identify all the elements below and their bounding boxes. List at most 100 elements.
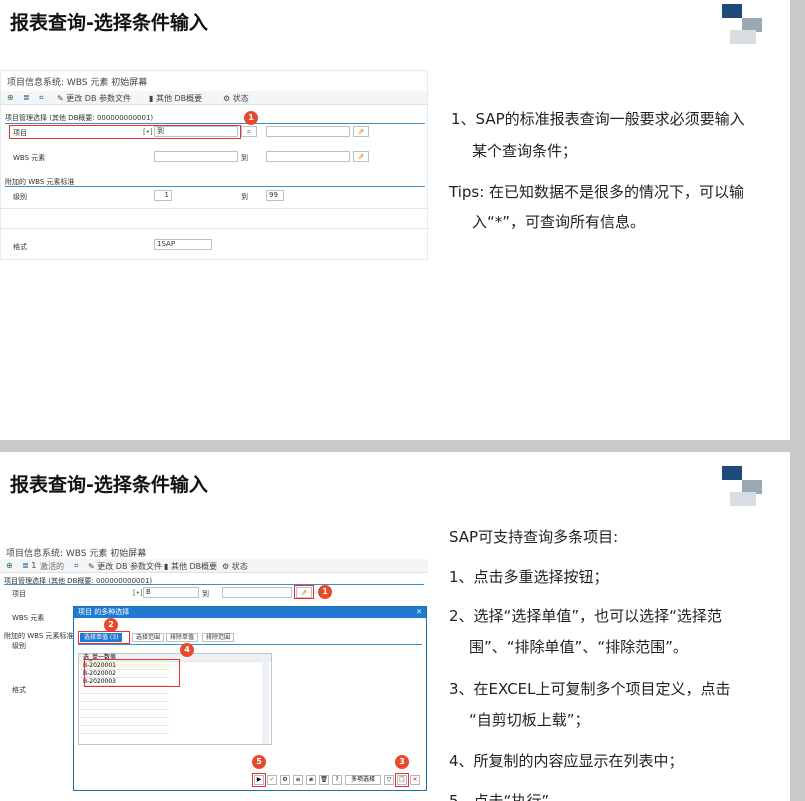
slide-title: 报表查询-选择条件输入 [10, 474, 208, 496]
multiple-selection-dialog: 项目 的多种选择 ✕ 2 选择单值 (3) 选择范围 排除单值 排除范围 选_单一… [73, 606, 427, 791]
execute-icon[interactable]: ⊕ [7, 93, 14, 102]
project-to-field[interactable] [266, 126, 350, 137]
tips-line2: 入“*”，可查询所有信息。 [472, 213, 646, 231]
wbs-multiple-selection-button[interactable]: ⇗ [353, 151, 369, 162]
step-badge-2: 2 [104, 618, 118, 632]
section-project-selection: 项目管理选择 (其他 DB概要: 000000000001) [5, 114, 154, 122]
layout-label: 格式 [12, 686, 26, 694]
delete-row-icon[interactable]: ≢ [306, 775, 316, 785]
divider [5, 186, 425, 187]
project-to-field[interactable] [222, 587, 292, 598]
status-button[interactable]: ⚙ 状态 [223, 93, 249, 104]
search-help-icon[interactable]: ⌕ [241, 126, 257, 137]
to-label: 到 [202, 590, 209, 598]
level-from-field[interactable]: 1 [154, 190, 172, 201]
divider [1, 208, 429, 209]
active-button[interactable]: 激活的 [40, 561, 64, 572]
divider [5, 123, 425, 124]
list-icon[interactable]: ≣ 1 [22, 561, 36, 570]
sap-toolbar: ⊕ ≣ ⌗ ✎ 更改 DB 参数文件 ▮ 其他 DB概要 ⚙ 状态 [1, 91, 427, 105]
multi-select-button[interactable]: 多项选择 [345, 775, 381, 785]
highlight-values [84, 659, 180, 687]
window-title: 项目信息系统: WBS 元素 初始屏幕 [6, 549, 147, 559]
divider [78, 644, 422, 645]
dialog-title-bar: 项目 的多种选择 ✕ [74, 607, 426, 618]
slide-2: 报表查询-选择条件输入 项目信息系统: WBS 元素 初始屏幕 ⊕ ≣ 1 激活… [0, 452, 790, 801]
tips-line1: Tips: 在已知数据不是很多的情况下，可以输 [449, 183, 745, 201]
other-db-button[interactable]: ▮ 其他 DB概要 [149, 93, 202, 104]
to-label: 到 [241, 154, 248, 162]
highlight-execute [252, 773, 266, 787]
sap-screen: 项目信息系统: WBS 元素 初始屏幕 ⊕ ≣ ⌗ ✎ 更改 DB 参数文件 ▮… [0, 70, 429, 260]
wbs-to-field[interactable] [266, 151, 350, 162]
close-icon[interactable]: ✕ [416, 607, 422, 618]
wbs-from-field[interactable] [154, 151, 238, 162]
slide-title: 报表查询-选择条件输入 [10, 12, 208, 34]
point-5: 5、点击“执行” [449, 792, 550, 801]
point-1-line2: 某个查询条件； [472, 142, 578, 160]
table-row[interactable] [79, 702, 169, 710]
change-db-button[interactable]: ✎ 更改 DB 参数文件 [57, 93, 131, 104]
table-row[interactable] [79, 694, 169, 702]
divider [4, 584, 424, 585]
help-icon[interactable]: ? [332, 775, 342, 785]
filter-icon[interactable]: ▽ [384, 775, 394, 785]
step-badge-1: 1 [318, 585, 332, 599]
cancel-icon[interactable]: ✕ [410, 775, 420, 785]
point-1: 1、点击多重选择按钮； [449, 568, 609, 586]
wbs-label: WBS 元素 [12, 614, 45, 622]
level-label: 级别 [13, 193, 27, 201]
level-to-field[interactable]: 99 [266, 190, 284, 201]
intro-text: SAP可支持查询多条项目: [449, 528, 619, 546]
level-label: 级别 [12, 642, 26, 650]
slide-1: 报表查询-选择条件输入 项目信息系统: WBS 元素 初始屏幕 ⊕ ≣ ⌗ ✎ … [0, 0, 790, 440]
multiselect-indicator[interactable]: [•] [133, 589, 143, 597]
change-db-button[interactable]: ✎ 更改 DB 参数文件 [88, 561, 162, 572]
table-row[interactable] [79, 726, 169, 734]
point-1-line1: 1、SAP的标准报表查询一般要求必须要输入 [451, 110, 745, 128]
point-4: 4、所复制的内容应显示在列表中； [449, 752, 684, 770]
layout-field[interactable]: 1SAP [154, 239, 212, 250]
tab-exclude-single[interactable]: 排除单值 [166, 633, 199, 642]
multiple-selection-button[interactable]: ⇗ [353, 126, 369, 137]
project-from-field[interactable]: 到 [154, 126, 238, 137]
highlight-multiselect [294, 585, 314, 599]
tab-select-range[interactable]: 选择范围 [132, 633, 165, 642]
list-icon[interactable]: ≣ [23, 93, 30, 102]
insert-row-icon[interactable]: ≡ [293, 775, 303, 785]
grid-icon[interactable]: ⌗ [39, 93, 44, 103]
highlight-tab [78, 631, 130, 644]
status-button[interactable]: ⚙ 状态 [222, 561, 248, 572]
table-row[interactable] [79, 710, 169, 718]
highlight-clipboard [395, 773, 409, 787]
other-db-button[interactable]: ▮ 其他 DB概要 [164, 561, 217, 572]
project-label: 项目 [12, 590, 26, 598]
grid-icon[interactable]: ⌗ [74, 561, 79, 571]
layout-label: 格式 [13, 243, 27, 251]
point-3-line2: “自剪切板上载”； [469, 711, 590, 729]
multiselect-indicator[interactable]: [•] [143, 128, 153, 136]
point-2-line2: 围”、“排除单值”、“排除范围”。 [469, 638, 688, 656]
to-label: 到 [241, 193, 248, 201]
check-icon[interactable]: ✓ [267, 775, 277, 785]
table-row[interactable] [79, 686, 169, 694]
tree-icon[interactable]: ⚙ [280, 775, 290, 785]
section-additional: 附加的 WBS 元素标准 [4, 632, 74, 640]
step-badge-4: 4 [180, 643, 194, 657]
point-2-line1: 2、选择“选择单值”，也可以选择“选择范 [449, 607, 722, 625]
divider [1, 228, 429, 229]
tab-exclude-range[interactable]: 排除范围 [202, 633, 235, 642]
project-label: 项目 [13, 129, 27, 137]
scrollbar[interactable] [262, 654, 269, 744]
execute-icon[interactable]: ⊕ [6, 561, 13, 570]
step-badge: 1 [244, 111, 258, 125]
dialog-title: 项目 的多种选择 [78, 608, 130, 616]
logo [722, 466, 766, 510]
window-title: 项目信息系统: WBS 元素 初始屏幕 [7, 78, 148, 88]
project-from-field[interactable]: B [143, 587, 199, 598]
point-3-line1: 3、在EXCEL上可复制多个项目定义，点击 [449, 680, 731, 698]
table-row[interactable] [79, 718, 169, 726]
step-badge-3: 3 [395, 755, 409, 769]
trash-icon[interactable]: 🗑 [319, 775, 329, 785]
step-badge-5: 5 [252, 755, 266, 769]
